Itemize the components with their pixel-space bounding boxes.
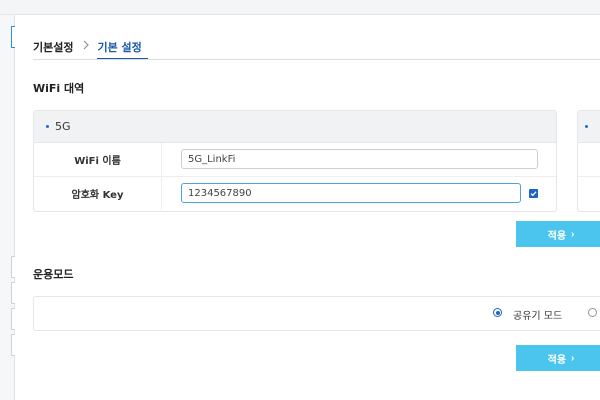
key-input[interactable] [181, 183, 521, 203]
mode-apply-button[interactable]: 적용 › [516, 345, 600, 371]
check-icon[interactable] [529, 189, 538, 198]
chevron-right-icon [79, 38, 93, 52]
sidebar-tab[interactable] [11, 282, 15, 304]
alt-mode-radio[interactable] [588, 308, 597, 317]
left-sidebar [0, 15, 15, 400]
wifi-apply-button[interactable]: 적용 › [516, 221, 600, 247]
sidebar-tab-active[interactable] [11, 26, 15, 48]
wifi-section-title: WiFi 대역 [33, 82, 85, 95]
key-label: 암호화 Key [34, 177, 162, 210]
sidebar-tab[interactable] [11, 334, 15, 356]
top-bar [0, 0, 600, 15]
chevron-right-icon: › [571, 352, 575, 364]
ssid-row: WiFi 이름 [34, 143, 556, 177]
wifi-5g-panel: 5G WiFi 이름 암호화 Key [33, 110, 557, 212]
mode-options-box: 공유기 모드 [33, 296, 600, 331]
breadcrumb-current[interactable]: 기본 설정 [97, 34, 148, 60]
apply-label: 적용 [547, 230, 567, 242]
router-mode-label: 공유기 모드 [513, 311, 563, 322]
sidebar-tab[interactable] [11, 256, 15, 278]
key-row: 암호화 Key [34, 177, 556, 210]
sidebar-tab[interactable] [11, 308, 15, 330]
router-mode-radio[interactable] [493, 308, 502, 317]
bullet-icon [585, 125, 588, 128]
ssid-label: WiFi 이름 [34, 143, 162, 176]
breadcrumb: 기본설정 기본 설정 [33, 34, 148, 60]
mode-section-title: 운용모드 [33, 268, 74, 281]
ssid-input[interactable] [181, 149, 538, 169]
bullet-icon [46, 125, 49, 128]
apply-label: 적용 [547, 354, 567, 366]
breadcrumb-divider [33, 59, 600, 60]
band-label: 5G [55, 120, 71, 133]
wifi-second-panel [577, 110, 600, 212]
chevron-right-icon: › [571, 228, 575, 240]
panel-header: 5G [34, 111, 556, 143]
breadcrumb-root[interactable]: 기본설정 [33, 34, 73, 55]
